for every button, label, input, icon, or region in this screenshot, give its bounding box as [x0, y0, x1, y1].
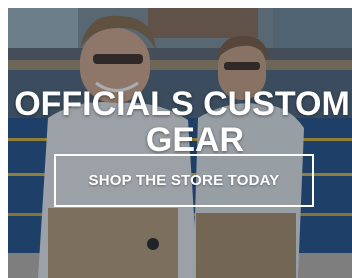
promo-headline-line-1: OFFICIALS CUSTOM — [14, 85, 350, 123]
promo-banner[interactable]: OFFICIALS CUSTOM GEAR SHOP THE STORE TOD… — [8, 8, 352, 278]
shop-store-button[interactable]: SHOP THE STORE TODAY — [54, 154, 314, 207]
promo-headline: OFFICIALS CUSTOM GEAR — [8, 86, 352, 159]
